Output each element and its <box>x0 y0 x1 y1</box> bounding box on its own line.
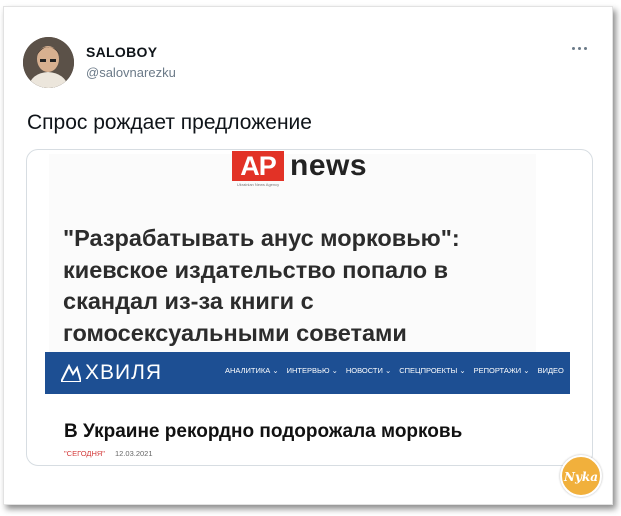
watermark-text: Nyka <box>563 470 598 484</box>
watermark-logo: Nyka <box>560 455 602 497</box>
ap-logo-word: news <box>290 149 368 182</box>
hvylya-nav: АНАЛИТИКА ⌄ ИНТЕРВЬЮ ⌄ НОВОСТИ ⌄ СПЕЦПРО… <box>225 366 564 380</box>
ap-logo-subtitle: Ukrainian News Agency <box>236 182 280 187</box>
nav-item-analytics: АНАЛИТИКА ⌄ <box>225 366 279 375</box>
more-options-icon[interactable] <box>572 44 590 52</box>
nav-item-news: НОВОСТИ ⌄ <box>345 366 392 375</box>
nav-item-interviews: ИНТЕРВЬЮ ⌄ <box>286 366 338 375</box>
publish-date: 12.03.2021 <box>114 449 153 458</box>
ap-logo-box: AP <box>232 151 284 181</box>
hvylya-wave-icon <box>61 364 81 382</box>
nyka-logo-icon: Nyka <box>563 470 598 484</box>
author-name[interactable]: SALOBOY <box>86 44 157 60</box>
hvylya-meta: "СЕГОДНЯ" 12.03.2021 <box>64 449 153 458</box>
nav-item-video: ВИДЕО <box>537 366 564 375</box>
avatar[interactable] <box>23 37 74 88</box>
nav-item-special-projects: СПЕЦПРОЕКТЫ ⌄ <box>399 366 466 375</box>
today-label: "СЕГОДНЯ" <box>64 449 105 458</box>
hvylya-header-bar: ХВИЛЯ АНАЛИТИКА ⌄ ИНТЕРВЬЮ ⌄ НОВОСТИ ⌄ С… <box>45 352 570 394</box>
user-photo-icon <box>23 37 74 88</box>
nav-item-reports: РЕПОРТАЖИ ⌄ <box>473 366 530 375</box>
author-handle[interactable]: @salovnarezku <box>86 65 176 80</box>
hvylya-headline: В Украине рекордно подорожала морковь <box>64 421 463 442</box>
ap-news-logo: AP news Ukrainian News Agency <box>232 149 367 191</box>
tweet-text: Спрос рождает предложение <box>27 111 312 134</box>
hvylya-logo: ХВИЛЯ <box>85 361 163 384</box>
ap-headline: "Разрабатывать анус морковью": киевское … <box>63 225 460 346</box>
